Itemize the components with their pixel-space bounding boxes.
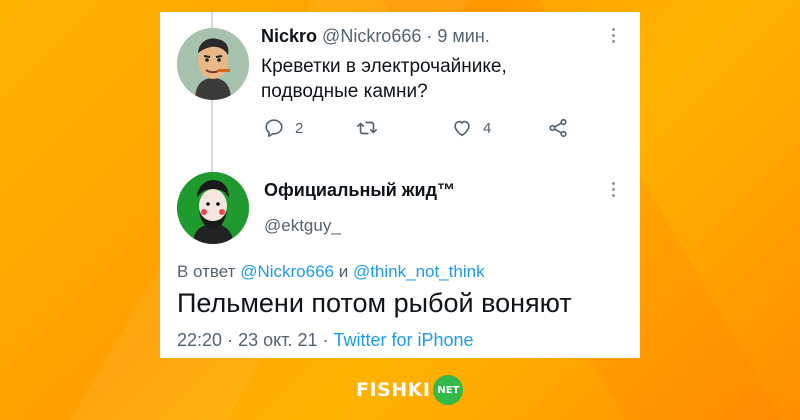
author-name[interactable]: Официальный жид™ bbox=[264, 180, 455, 201]
fishki-logo: FISHKI NET bbox=[356, 373, 464, 407]
more-icon[interactable] bbox=[610, 28, 616, 48]
reply-prefix: В ответ bbox=[177, 262, 236, 281]
separator: · bbox=[227, 330, 234, 350]
separator: · bbox=[426, 26, 433, 46]
mention-link[interactable]: @Nickro666 bbox=[240, 262, 334, 281]
tweet1-text-line2: подводные камни? bbox=[261, 81, 428, 102]
like-icon bbox=[454, 120, 470, 137]
author-handle[interactable]: @ektguy_ bbox=[264, 216, 341, 236]
author-handle[interactable]: @Nickro666 bbox=[322, 26, 421, 46]
tweet-time[interactable]: 9 мин. bbox=[437, 26, 489, 46]
like-button[interactable]: 4 bbox=[451, 117, 491, 139]
avatar-ektguy[interactable] bbox=[177, 172, 249, 244]
tweet-source[interactable]: Twitter for iPhone bbox=[334, 330, 474, 350]
tweet-time[interactable]: 22:20 bbox=[177, 330, 222, 350]
avatar-nickro[interactable] bbox=[177, 28, 249, 100]
share-icon bbox=[549, 118, 567, 138]
tweet1-actions: 2 4 bbox=[261, 117, 581, 141]
mention-link[interactable]: @think_not_think bbox=[353, 262, 485, 281]
reply-and: и bbox=[338, 262, 349, 281]
reply-icon bbox=[265, 119, 283, 138]
author-name[interactable]: Nickro bbox=[261, 26, 317, 46]
retweet-icon bbox=[357, 121, 377, 135]
tweet1-header: Nickro @Nickro666 · 9 мин. bbox=[261, 26, 490, 47]
tweet-date[interactable]: 23 окт. 21 bbox=[238, 330, 317, 350]
more-icon[interactable] bbox=[610, 182, 616, 202]
logo-badge: NET bbox=[433, 375, 464, 405]
tweet-card: Nickro @Nickro666 · 9 мин. Креветки в эл… bbox=[160, 12, 640, 358]
retweet-button[interactable] bbox=[356, 117, 388, 139]
tweet1-text: Креветки в электрочайнике, подводные кам… bbox=[261, 54, 621, 104]
reply-context: В ответ @Nickro666 и @think_not_think bbox=[177, 262, 485, 282]
share-button[interactable] bbox=[547, 117, 569, 139]
tweet2-meta: 22:20 · 23 окт. 21 · Twitter for iPhone bbox=[177, 330, 474, 351]
like-count: 4 bbox=[483, 119, 492, 137]
reply-button[interactable]: 2 bbox=[263, 117, 303, 139]
tweet2-text: Пельмени потом рыбой воняют bbox=[177, 288, 572, 318]
tweet1-text-line1: Креветки в электрочайнике, bbox=[261, 56, 507, 77]
logo-text: FISHKI bbox=[356, 379, 431, 401]
separator: · bbox=[322, 330, 329, 350]
reply-count: 2 bbox=[295, 119, 304, 137]
